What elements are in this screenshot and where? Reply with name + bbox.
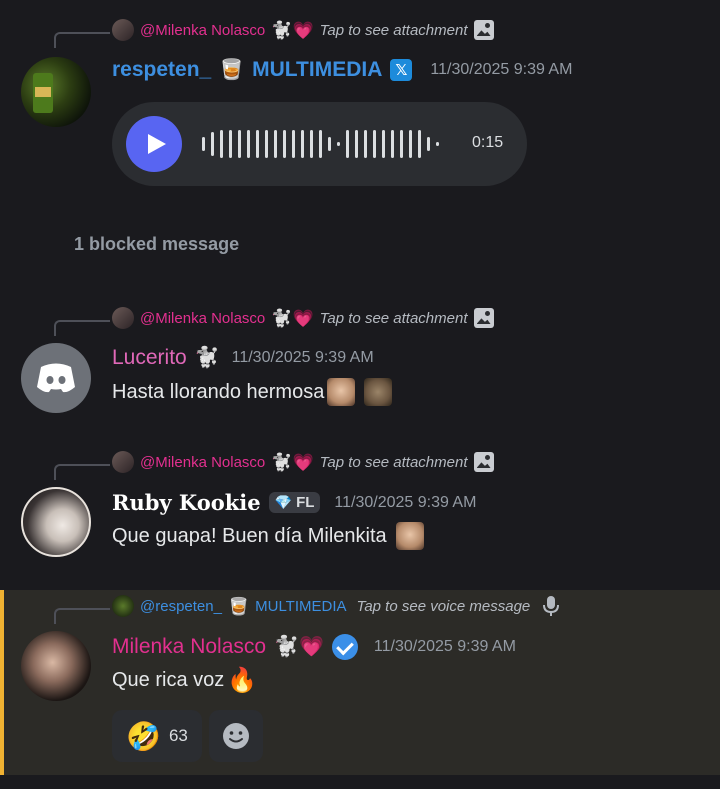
crying-cat-emoji-icon — [364, 378, 393, 406]
image-icon — [473, 308, 494, 328]
author-name[interactable]: respeten_ — [112, 58, 211, 82]
reply-text[interactable]: Tap to see attachment — [320, 454, 468, 471]
image-icon — [473, 20, 494, 40]
message-content: Hasta llorando hermosa — [112, 378, 393, 406]
play-button[interactable] — [126, 116, 182, 172]
reply-reference[interactable]: @Milenka Nolasco 🐩💗 Tap to see attachmen… — [112, 18, 494, 42]
reply-reference[interactable]: @Milenka Nolasco 🐩💗 Tap to see attachmen… — [112, 306, 494, 330]
reply-author-emoji: 🐩💗 — [271, 452, 314, 472]
image-icon — [473, 452, 494, 472]
reply-avatar — [112, 307, 134, 329]
play-icon — [148, 134, 166, 154]
message-header: respeten_ 🥃 MULTIMEDIA 𝕏 11/30/2025 9:39… — [112, 58, 572, 82]
reply-author[interactable]: @Milenka Nolasco — [140, 454, 265, 471]
author-name[interactable]: Ruby Kookie — [112, 490, 261, 515]
reply-connector — [54, 608, 110, 624]
timestamp: 11/30/2025 9:39 AM — [334, 493, 477, 511]
reply-connector — [54, 320, 110, 336]
avatar[interactable] — [21, 631, 91, 701]
author-emoji: 🥃 — [219, 59, 245, 81]
author-emoji: 🐩💗 — [274, 636, 324, 658]
rofl-emoji-icon: 🤣 — [126, 720, 161, 752]
fire-emoji-icon: 🔥 — [227, 667, 258, 694]
reply-text[interactable]: Tap to see attachment — [320, 22, 468, 39]
avatar[interactable] — [21, 343, 91, 413]
timestamp: 11/30/2025 9:39 AM — [373, 638, 516, 655]
author-name[interactable]: Lucerito — [112, 346, 187, 370]
blocked-message-notice[interactable]: 1 blocked message — [74, 234, 239, 255]
reply-avatar — [112, 19, 134, 41]
message-header: Milenka Nolasco 🐩💗 11/30/2025 9:39 AM — [112, 634, 516, 660]
reaction-count: 63 — [168, 726, 188, 745]
author-name-suffix[interactable]: MULTIMEDIA — [252, 58, 382, 82]
voice-duration: 0:15 — [472, 134, 504, 151]
reply-author[interactable]: @respeten_ — [140, 598, 222, 615]
reply-author[interactable]: @Milenka Nolasco — [140, 22, 265, 39]
message-content: Que guapa! Buen día Milenkita — [112, 522, 424, 550]
gem-icon: 💎 — [274, 494, 293, 510]
guild-tag-label: FL — [296, 494, 315, 511]
reply-avatar — [112, 451, 134, 473]
reply-author-emoji: 🥃 — [227, 596, 250, 616]
reply-connector — [54, 32, 110, 48]
reaction-rofl[interactable]: 🤣 63 — [112, 710, 202, 762]
timestamp: 11/30/2025 9:39 AM — [231, 349, 374, 366]
verified-badge-icon — [331, 634, 358, 660]
message-header: Lucerito 🐩 11/30/2025 9:39 AM — [112, 346, 374, 370]
microphone-icon — [543, 596, 560, 616]
add-reaction-button[interactable] — [209, 710, 263, 762]
guild-tag-badge[interactable]: 💎 FL — [268, 492, 321, 513]
reply-connector — [54, 464, 110, 480]
x-badge-icon: 𝕏 — [390, 59, 413, 81]
voice-message-player: 0:15 — [112, 102, 527, 186]
message-header: Ruby Kookie 💎 FL 11/30/2025 9:39 AM — [112, 490, 476, 515]
reply-text[interactable]: Tap to see voice message — [357, 598, 531, 615]
reply-avatar — [112, 595, 134, 617]
message-text: Que rica voz — [112, 669, 225, 691]
author-emoji: 🐩 — [194, 347, 220, 369]
reply-author-emoji: 🐩💗 — [271, 308, 314, 328]
reply-text[interactable]: Tap to see attachment — [320, 310, 468, 327]
reply-author-suffix[interactable]: MULTIMEDIA — [255, 598, 346, 615]
baby-face-emoji-icon — [327, 378, 356, 406]
avatar[interactable] — [21, 487, 91, 557]
reply-author[interactable]: @Milenka Nolasco — [140, 310, 265, 327]
waveform[interactable] — [202, 128, 439, 160]
message-text: Hasta llorando hermosa — [112, 380, 325, 403]
message-text: Que guapa! Buen día Milenkita — [112, 524, 387, 547]
baby-face-emoji-icon — [395, 522, 424, 550]
reply-reference[interactable]: @respeten_ 🥃 MULTIMEDIA Tap to see voice… — [112, 594, 562, 618]
reply-author-emoji: 🐩💗 — [271, 20, 314, 40]
timestamp: 11/30/2025 9:39 AM — [430, 61, 573, 78]
smiley-add-icon — [223, 723, 249, 749]
author-name[interactable]: Milenka Nolasco — [112, 635, 266, 659]
message-content: Que rica voz 🔥 — [112, 666, 257, 695]
avatar[interactable] — [21, 57, 91, 127]
discord-logo-icon — [37, 363, 75, 393]
reply-reference[interactable]: @Milenka Nolasco 🐩💗 Tap to see attachmen… — [112, 450, 494, 474]
